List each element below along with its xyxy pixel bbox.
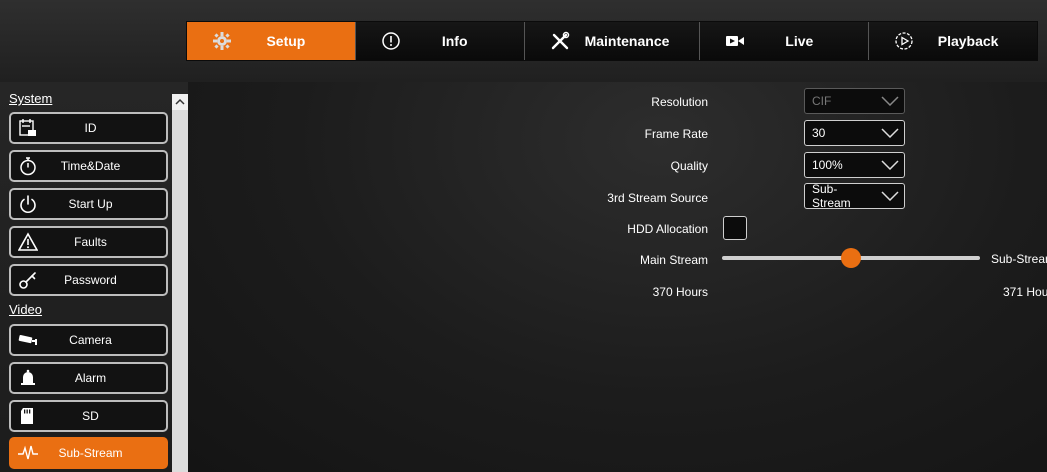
resolution-select[interactable]: CIF: [804, 88, 905, 114]
warning-icon: [13, 228, 43, 256]
tab-setup-label: Setup: [266, 33, 306, 49]
sidebar-item-label: ID: [84, 121, 97, 135]
sidebar-item-password[interactable]: Password: [9, 264, 168, 296]
cctv-camera-icon: [13, 326, 43, 354]
chevron-down-icon: [874, 184, 904, 208]
sidebar-item-camera[interactable]: Camera: [9, 324, 168, 356]
sidebar-item-label: Start Up: [68, 197, 113, 211]
quality-select[interactable]: 100%: [804, 152, 905, 178]
sidebar-item-start-up[interactable]: Start Up: [9, 188, 168, 220]
sd-card-icon: [13, 402, 43, 430]
sidebar-item-time-date[interactable]: Time&Date: [9, 150, 168, 182]
chevron-down-icon: [874, 121, 904, 145]
bell-icon: [13, 364, 43, 392]
sub-stream-label: Sub-Stream: [991, 252, 1047, 266]
main-navigation: Setup Info Maintenance Live Playback: [186, 21, 1038, 61]
tools-icon: [549, 30, 571, 52]
main-stream-hours: 370 Hours: [652, 285, 708, 299]
quality-label: Quality: [670, 159, 708, 173]
tab-live[interactable]: Live: [700, 22, 870, 60]
tab-info-label: Info: [441, 33, 468, 49]
sidebar: System ID Time&Date Start Up Faults Pass…: [0, 82, 188, 472]
sidebar-item-label: Sub-Stream: [58, 446, 123, 460]
resolution-value: CIF: [812, 94, 832, 108]
third-stream-source-value: Sub-Stream: [812, 182, 851, 210]
hdd-allocation-checkbox[interactable]: [723, 216, 747, 240]
sidebar-scrollbar[interactable]: [172, 94, 188, 472]
sidebar-item-label: Camera: [69, 333, 112, 347]
tab-maintenance[interactable]: Maintenance: [524, 22, 701, 60]
sidebar-item-label: Password: [64, 273, 117, 287]
settings-panel: Resolution CIF Frame Rate 30 Quality 100…: [188, 82, 1047, 472]
sidebar-item-id[interactable]: ID: [9, 112, 168, 144]
chevron-down-icon: [874, 89, 904, 113]
waveform-icon: [13, 439, 43, 467]
frame-rate-value: 30: [812, 126, 826, 140]
play-circle-icon: [893, 30, 915, 52]
third-stream-source-label: 3rd Stream Source: [607, 191, 708, 205]
video-camera-icon: [724, 30, 746, 52]
chevron-down-icon: [874, 153, 904, 177]
tab-live-label: Live: [785, 33, 814, 49]
sidebar-menu: System ID Time&Date Start Up Faults Pass…: [0, 82, 172, 472]
resolution-label: Resolution: [651, 95, 708, 109]
gear-icon: [211, 30, 233, 52]
section-label-system: System: [9, 91, 53, 106]
info-icon: [380, 30, 402, 52]
chevron-up-icon[interactable]: [172, 94, 188, 110]
main-stream-label: Main Stream: [639, 253, 708, 267]
key-icon: [13, 266, 43, 294]
sidebar-item-sub-stream[interactable]: Sub-Stream: [9, 437, 168, 469]
quality-value: 100%: [812, 158, 843, 172]
slider-thumb[interactable]: [841, 248, 861, 268]
frame-rate-label: Frame Rate: [644, 127, 708, 141]
section-label-video: Video: [9, 302, 43, 317]
hdd-allocation-label: HDD Allocation: [627, 222, 708, 236]
sidebar-item-label: Faults: [74, 235, 107, 249]
sidebar-item-label: Alarm: [74, 371, 107, 385]
calendar-id-icon: [13, 114, 43, 142]
third-stream-source-select[interactable]: Sub-Stream: [804, 182, 905, 210]
sidebar-item-sd[interactable]: SD: [9, 400, 168, 432]
sidebar-item-label: Time&Date: [60, 159, 121, 173]
stopwatch-icon: [13, 152, 43, 180]
sidebar-item-alarm[interactable]: Alarm: [9, 362, 168, 394]
frame-rate-select[interactable]: 30: [804, 120, 905, 146]
sub-stream-hours: 371 Hours: [1003, 285, 1047, 299]
tab-playback-label: Playback: [937, 33, 999, 49]
tab-playback[interactable]: Playback: [869, 22, 1037, 60]
sidebar-item-faults[interactable]: Faults: [9, 226, 168, 258]
sidebar-item-label: SD: [82, 409, 99, 423]
power-icon: [13, 190, 43, 218]
tab-info[interactable]: Info: [355, 22, 525, 60]
tab-maintenance-label: Maintenance: [584, 33, 670, 49]
tab-setup[interactable]: Setup: [187, 22, 356, 60]
